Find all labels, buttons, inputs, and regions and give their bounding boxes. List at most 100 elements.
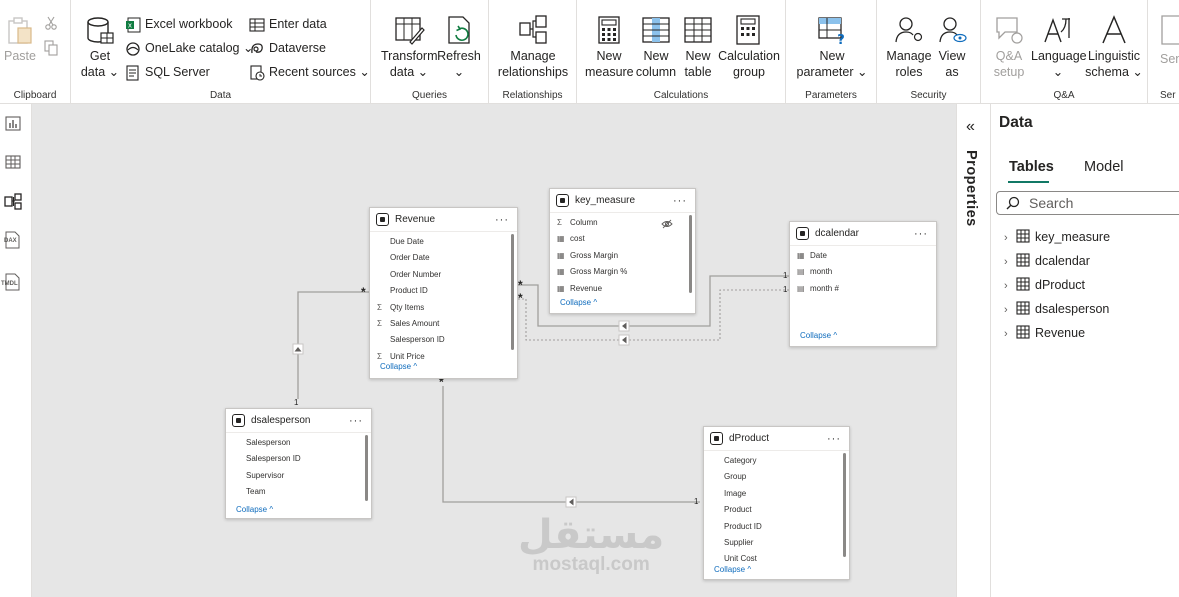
expand-chevron-icon[interactable]: ›: [1004, 228, 1016, 248]
scrollbar[interactable]: [511, 234, 514, 350]
collapse-button[interactable]: Collapse ^: [226, 503, 371, 517]
card-header[interactable]: dsalesperson ···: [226, 409, 371, 433]
field-row[interactable]: ▤ month: [790, 264, 936, 280]
tree-item[interactable]: › dProduct: [1004, 275, 1085, 295]
field-row[interactable]: Salesperson: [226, 435, 371, 451]
transform-data-button[interactable]: Transform data ⌄: [381, 14, 438, 80]
get-data-button[interactable]: Get data ⌄: [79, 14, 121, 80]
field-row[interactable]: Due Date: [370, 234, 517, 250]
tree-item[interactable]: › dcalendar: [1004, 251, 1090, 271]
field-row[interactable]: Σ Qty Items: [370, 300, 517, 316]
field-row[interactable]: ▦ Gross Margin %: [550, 264, 695, 280]
search-input[interactable]: Search: [996, 191, 1179, 215]
dax-query-view-button[interactable]: DAX: [2, 231, 22, 251]
more-options-icon[interactable]: ···: [914, 228, 928, 240]
enter-data-button[interactable]: Enter data: [249, 14, 327, 34]
field-row[interactable]: ▦ Gross Margin: [550, 248, 695, 264]
field-row[interactable]: Salesperson ID: [226, 451, 371, 467]
collapse-button[interactable]: Collapse ^: [790, 329, 936, 343]
tree-item[interactable]: › Revenue: [1004, 323, 1085, 343]
new-column-button[interactable]: New column: [633, 14, 679, 80]
tree-item[interactable]: › dsalesperson: [1004, 299, 1109, 319]
field-row[interactable]: ▤ month #: [790, 281, 936, 297]
field-row[interactable]: Σ Unit Price: [370, 349, 517, 360]
calculation-group-button[interactable]: Calculation group: [717, 14, 781, 80]
field-row[interactable]: Supplier: [704, 535, 849, 551]
field-row[interactable]: Order Number: [370, 267, 517, 283]
new-table-button[interactable]: New table: [679, 14, 717, 80]
onelake-catalog-button[interactable]: OneLake catalog ⌄: [125, 38, 253, 58]
scrollbar[interactable]: [689, 215, 692, 293]
rel-revenue-dproduct[interactable]: [442, 386, 700, 503]
more-options-icon[interactable]: ···: [827, 433, 841, 445]
dataverse-button[interactable]: Dataverse: [249, 38, 326, 58]
field-row[interactable]: Group: [704, 469, 849, 485]
field-row[interactable]: Order Date: [370, 250, 517, 266]
more-options-icon[interactable]: ···: [349, 415, 363, 427]
table-card-key-measure[interactable]: key_measure ··· Σ Column ▦ cost ▦ Gross Margi…: [549, 188, 696, 314]
field-row[interactable]: ▦ cost: [550, 231, 695, 247]
scrollbar[interactable]: [843, 453, 846, 557]
expand-chevron-icon[interactable]: ›: [1004, 276, 1016, 296]
field-row[interactable]: Team: [226, 484, 371, 500]
manage-roles-icon: [895, 17, 923, 43]
report-view-icon[interactable]: [4, 114, 22, 132]
table-view-icon[interactable]: [4, 153, 22, 171]
field-row[interactable]: ▦ Revenue: [550, 281, 695, 296]
field-row[interactable]: Supervisor: [226, 468, 371, 484]
manage-relationships-button[interactable]: Manage relationships: [497, 14, 569, 80]
tab-model[interactable]: Model: [1084, 159, 1124, 175]
refresh-button[interactable]: Refresh ⌄: [437, 14, 481, 80]
properties-label[interactable]: Properties: [963, 150, 979, 227]
excel-workbook-button[interactable]: x Excel workbook: [125, 14, 233, 34]
tab-tables[interactable]: Tables: [1009, 159, 1054, 175]
expand-chevron-icon[interactable]: ›: [1004, 252, 1016, 272]
copy-icon[interactable]: [44, 40, 58, 56]
manage-roles-button[interactable]: Manage roles: [885, 14, 933, 80]
tree-item[interactable]: › key_measure: [1004, 227, 1110, 247]
new-parameter-button[interactable]: ? New parameter ⌄: [796, 14, 868, 80]
table-card-dsalesperson[interactable]: dsalesperson ··· Salesperson Salesperson …: [225, 408, 372, 519]
card-header[interactable]: Revenue ···: [370, 208, 517, 232]
field-row[interactable]: Image: [704, 486, 849, 502]
model-view-icon[interactable]: [4, 193, 22, 211]
field-row[interactable]: Product ID: [370, 283, 517, 299]
expand-chevron-icon[interactable]: ›: [1004, 324, 1016, 344]
collapse-button[interactable]: Collapse ^: [550, 296, 695, 310]
rel-dsalesperson-revenue[interactable]: [297, 291, 369, 399]
more-options-icon[interactable]: ···: [495, 214, 509, 226]
card-header[interactable]: dcalendar ···: [790, 222, 936, 246]
collapse-button[interactable]: Collapse ^: [370, 360, 517, 374]
paste-button[interactable]: Paste: [4, 14, 36, 64]
sql-server-button[interactable]: SQL Server: [125, 62, 210, 82]
cut-icon[interactable]: [44, 16, 58, 30]
card-header[interactable]: dProduct ···: [704, 427, 849, 451]
view-as-button[interactable]: View as: [935, 14, 969, 80]
linguistic-schema-button[interactable]: Linguistic schema ⌄: [1085, 14, 1143, 80]
model-canvas[interactable]: * 1 * 1 * * 1 1 Revenue ··· Due Date Orde…: [32, 104, 956, 597]
field-row[interactable]: ▦ Date: [790, 248, 936, 264]
field-row[interactable]: Σ Sales Amount: [370, 316, 517, 332]
expand-chevron-icon[interactable]: ›: [1004, 300, 1016, 320]
field-row[interactable]: Salesperson ID: [370, 332, 517, 348]
field-row[interactable]: Σ Column: [550, 215, 695, 231]
field-row[interactable]: Product: [704, 502, 849, 518]
field-row[interactable]: Category: [704, 453, 849, 469]
enter-data-icon: [249, 18, 265, 32]
expand-properties-icon[interactable]: «: [966, 118, 975, 136]
field-row[interactable]: Product ID: [704, 519, 849, 535]
field-row[interactable]: Unit Cost: [704, 551, 849, 563]
table-card-revenue[interactable]: Revenue ··· Due Date Order Date Order Numb…: [369, 207, 518, 379]
language-button[interactable]: Language ⌄: [1031, 14, 1087, 80]
table-card-dcalendar[interactable]: dcalendar ··· ▦ Date ▤ month ▤ month # Collap…: [789, 221, 937, 347]
card-header[interactable]: key_measure ···: [550, 189, 695, 213]
sensitivity-button[interactable]: Sen: [1160, 51, 1179, 67]
new-measure-button[interactable]: New measure: [585, 14, 634, 80]
scrollbar[interactable]: [365, 435, 368, 501]
table-card-dproduct[interactable]: dProduct ··· Category Group Image Product Pr…: [703, 426, 850, 580]
more-options-icon[interactable]: ···: [673, 195, 687, 207]
recent-sources-button[interactable]: Recent sources ⌄: [249, 62, 370, 82]
collapse-button[interactable]: Collapse ^: [704, 563, 849, 577]
tmdl-view-button[interactable]: TMDL: [0, 273, 24, 293]
qa-setup-button[interactable]: Q&A setup: [989, 14, 1029, 80]
